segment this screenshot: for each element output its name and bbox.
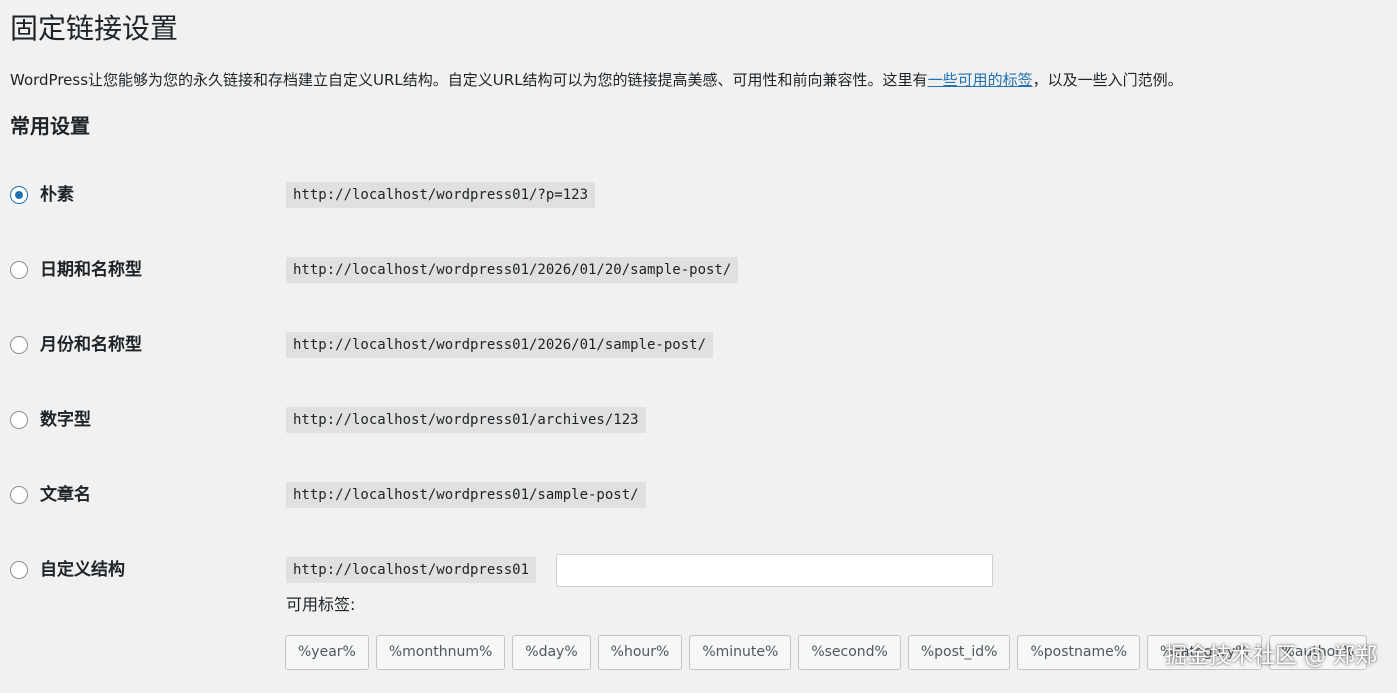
option-row-numeric: 数字型 http://localhost/wordpress01/archive…	[10, 406, 1310, 436]
example-url-day-name: http://localhost/wordpress01/2026/01/20/…	[286, 257, 739, 283]
option-label-post-name[interactable]: 文章名	[40, 483, 91, 507]
option-label-numeric[interactable]: 数字型	[40, 408, 91, 432]
intro-text: WordPress让您能够为您的永久链接和存档建立自定义URL结构。自定义URL…	[10, 68, 1183, 92]
radio-month-name[interactable]	[10, 336, 28, 354]
common-settings-heading: 常用设置	[10, 114, 90, 138]
radio-day-name[interactable]	[10, 261, 28, 279]
tag-button-post-id[interactable]: %post_id%	[907, 635, 1011, 670]
option-label-day-name[interactable]: 日期和名称型	[40, 258, 142, 282]
custom-structure-base-url: http://localhost/wordpress01	[286, 557, 537, 583]
option-row-post-name: 文章名 http://localhost/wordpress01/sample-…	[10, 481, 1310, 511]
tag-button-minute[interactable]: %minute%	[689, 635, 792, 670]
intro-text-before: WordPress让您能够为您的永久链接和存档建立自定义URL结构。自定义URL…	[10, 71, 928, 89]
tag-button-year[interactable]: %year%	[285, 635, 369, 670]
example-url-month-name: http://localhost/wordpress01/2026/01/sam…	[286, 332, 714, 358]
tag-button-postname[interactable]: %postname%	[1017, 635, 1141, 670]
tag-button-monthnum[interactable]: %monthnum%	[375, 635, 506, 670]
radio-custom[interactable]	[10, 561, 28, 579]
tag-button-day[interactable]: %day%	[512, 635, 591, 670]
example-url-numeric: http://localhost/wordpress01/archives/12…	[286, 407, 646, 433]
tag-button-hour[interactable]: %hour%	[597, 635, 683, 670]
intro-text-after: ，以及一些入门范例。	[1032, 71, 1183, 89]
option-row-month-name: 月份和名称型 http://localhost/wordpress01/2026…	[10, 331, 1310, 361]
tag-button-category[interactable]: %category%	[1147, 635, 1262, 670]
available-tags-link[interactable]: 一些可用的标签	[928, 71, 1033, 89]
option-row-custom: 自定义结构 http://localhost/wordpress01	[10, 554, 1310, 587]
custom-structure-input[interactable]	[556, 554, 993, 587]
option-label-month-name[interactable]: 月份和名称型	[40, 333, 142, 357]
radio-numeric[interactable]	[10, 411, 28, 429]
tag-button-author[interactable]: %author%	[1268, 635, 1368, 670]
radio-post-name[interactable]	[10, 486, 28, 504]
radio-plain[interactable]	[10, 186, 28, 204]
option-label-plain[interactable]: 朴素	[40, 183, 74, 207]
example-url-plain: http://localhost/wordpress01/?p=123	[286, 182, 596, 208]
available-tags-label: 可用标签:	[286, 595, 356, 614]
page-title: 固定链接设置	[10, 12, 179, 45]
option-label-custom[interactable]: 自定义结构	[40, 558, 125, 582]
option-row-day-name: 日期和名称型 http://localhost/wordpress01/2026…	[10, 256, 1310, 286]
tag-button-second[interactable]: %second%	[798, 635, 901, 670]
available-tags-list: %year% %monthnum% %day% %hour% %minute% …	[285, 635, 1368, 670]
option-row-plain: 朴素 http://localhost/wordpress01/?p=123	[10, 181, 1310, 211]
example-url-post-name: http://localhost/wordpress01/sample-post…	[286, 482, 646, 508]
